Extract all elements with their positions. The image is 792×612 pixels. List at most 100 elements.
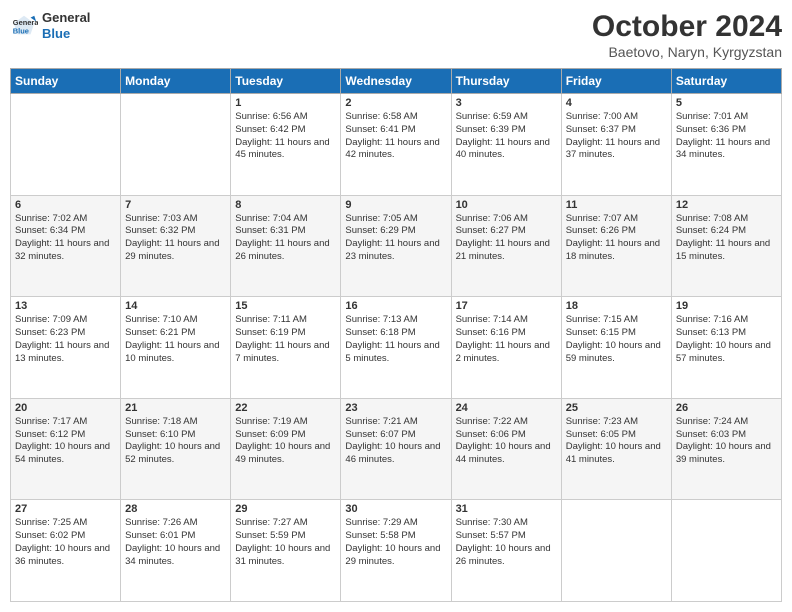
column-header-saturday: Saturday	[671, 69, 781, 94]
calendar-cell	[671, 500, 781, 602]
cell-content: Sunrise: 7:07 AMSunset: 6:26 PMDaylight:…	[566, 213, 667, 264]
calendar-cell: 9Sunrise: 7:05 AMSunset: 6:29 PMDaylight…	[341, 195, 451, 297]
sunrise-text: Sunrise: 6:59 AM	[456, 111, 528, 122]
day-number: 15	[235, 300, 336, 312]
cell-content: Sunrise: 7:04 AMSunset: 6:31 PMDaylight:…	[235, 213, 336, 264]
sunset-text: Sunset: 6:07 PM	[345, 429, 415, 440]
column-header-monday: Monday	[121, 69, 231, 94]
daylight-text: Daylight: 10 hours and 54 minutes.	[15, 441, 110, 465]
calendar-cell: 1 Sunrise: 6:56 AMSunset: 6:42 PMDaylight…	[231, 94, 341, 196]
logo-text-line2: Blue	[42, 26, 90, 42]
cell-content: Sunrise: 7:23 AMSunset: 6:05 PMDaylight:…	[566, 416, 667, 467]
sunset-text: Sunset: 6:39 PM	[456, 124, 526, 135]
calendar-cell: 29Sunrise: 7:27 AMSunset: 5:59 PMDayligh…	[231, 500, 341, 602]
day-number: 3	[456, 97, 557, 109]
daylight-text: Daylight: 11 hours and 5 minutes.	[345, 340, 439, 364]
subtitle: Baetovo, Naryn, Kyrgyzstan	[592, 44, 782, 60]
daylight-text: Daylight: 11 hours and 2 minutes.	[456, 340, 550, 364]
column-header-wednesday: Wednesday	[341, 69, 451, 94]
sunrise-text: Sunrise: 7:22 AM	[456, 416, 528, 427]
daylight-text: Daylight: 11 hours and 18 minutes.	[566, 238, 660, 262]
daylight-text: Daylight: 11 hours and 21 minutes.	[456, 238, 550, 262]
title-block: October 2024 Baetovo, Naryn, Kyrgyzstan	[592, 10, 782, 60]
sunset-text: Sunset: 6:21 PM	[125, 327, 195, 338]
daylight-text: Daylight: 11 hours and 37 minutes.	[566, 137, 660, 161]
sunset-text: Sunset: 6:06 PM	[456, 429, 526, 440]
daylight-text: Daylight: 10 hours and 52 minutes.	[125, 441, 220, 465]
daylight-text: Daylight: 11 hours and 23 minutes.	[345, 238, 439, 262]
cell-content: Sunrise: 7:09 AMSunset: 6:23 PMDaylight:…	[15, 314, 116, 365]
calendar-cell: 21Sunrise: 7:18 AMSunset: 6:10 PMDayligh…	[121, 398, 231, 500]
week-row-2: 6 Sunrise: 7:02 AMSunset: 6:34 PM Daylight…	[11, 195, 782, 297]
sunrise-text: Sunrise: 7:05 AM	[345, 213, 417, 224]
cell-content: Sunrise: 7:25 AMSunset: 6:02 PMDaylight:…	[15, 517, 116, 568]
calendar-cell: 30Sunrise: 7:29 AMSunset: 5:58 PMDayligh…	[341, 500, 451, 602]
calendar-cell: 24Sunrise: 7:22 AMSunset: 6:06 PMDayligh…	[451, 398, 561, 500]
sunrise-text: Sunrise: 7:27 AM	[235, 517, 307, 528]
sunset-text: Sunset: 6:19 PM	[235, 327, 305, 338]
main-title: October 2024	[592, 10, 782, 44]
sunrise-text: Sunrise: 7:26 AM	[125, 517, 197, 528]
day-number: 31	[456, 503, 557, 515]
daylight-text: Daylight: 11 hours and 15 minutes.	[676, 238, 770, 262]
sunset-text: Sunset: 6:18 PM	[345, 327, 415, 338]
day-number: 24	[456, 402, 557, 414]
sunrise-text: Sunrise: 7:23 AM	[566, 416, 638, 427]
daylight-text: Daylight: 10 hours and 39 minutes.	[676, 441, 771, 465]
cell-content: Sunrise: 7:01 AMSunset: 6:36 PMDaylight:…	[676, 111, 777, 162]
calendar-cell: 15Sunrise: 7:11 AMSunset: 6:19 PMDayligh…	[231, 297, 341, 399]
logo: General Blue General Blue	[10, 10, 90, 41]
sunset-text: Sunset: 6:41 PM	[345, 124, 415, 135]
calendar-cell: 28Sunrise: 7:26 AMSunset: 6:01 PMDayligh…	[121, 500, 231, 602]
sunrise-text: Sunrise: 7:04 AM	[235, 213, 307, 224]
calendar-cell: 5Sunrise: 7:01 AMSunset: 6:36 PMDaylight…	[671, 94, 781, 196]
sunset-text: Sunset: 5:57 PM	[456, 530, 526, 541]
calendar-cell	[11, 94, 121, 196]
day-number: 20	[15, 402, 116, 414]
calendar-cell	[561, 500, 671, 602]
day-number: 21	[125, 402, 226, 414]
sunrise-text: Sunrise: 7:15 AM	[566, 314, 638, 325]
day-number: 27	[15, 503, 116, 515]
sunrise-text: Sunrise: 7:09 AM	[15, 314, 87, 325]
sunset-text: Sunset: 6:03 PM	[676, 429, 746, 440]
sunset-text: Sunset: 6:34 PM	[15, 225, 85, 236]
sunset-text: Sunset: 6:12 PM	[15, 429, 85, 440]
column-header-tuesday: Tuesday	[231, 69, 341, 94]
daylight-text: Daylight: 10 hours and 29 minutes.	[345, 543, 440, 567]
daylight-text: Daylight: 10 hours and 31 minutes.	[235, 543, 330, 567]
sunset-text: Sunset: 6:10 PM	[125, 429, 195, 440]
column-header-friday: Friday	[561, 69, 671, 94]
day-number: 22	[235, 402, 336, 414]
cell-content: Sunrise: 7:13 AM Sunset: 6:18 PM Daylight:…	[345, 314, 446, 365]
cell-content: Sunrise: 7:05 AMSunset: 6:29 PMDaylight:…	[345, 213, 446, 264]
calendar-cell: 23Sunrise: 7:21 AMSunset: 6:07 PMDayligh…	[341, 398, 451, 500]
day-number: 7	[125, 199, 226, 211]
sunrise-text: Sunrise: 7:14 AM	[456, 314, 528, 325]
sunrise-text: Sunrise: 7:13 AM	[345, 314, 417, 325]
sunrise-text: Sunrise: 7:24 AM	[676, 416, 748, 427]
sunrise-text: Sunrise: 7:16 AM	[676, 314, 748, 325]
daylight-text: Daylight: 10 hours and 26 minutes.	[456, 543, 551, 567]
calendar-cell: 11Sunrise: 7:07 AMSunset: 6:26 PMDayligh…	[561, 195, 671, 297]
sunrise-text: Sunrise: 7:02 AM	[15, 213, 87, 224]
sunset-text: Sunset: 6:42 PM	[235, 124, 305, 135]
day-number: 6	[15, 199, 116, 211]
day-number: 30	[345, 503, 446, 515]
cell-content: Sunrise: 7:22 AMSunset: 6:06 PMDaylight:…	[456, 416, 557, 467]
sunrise-text: Sunrise: 7:29 AM	[345, 517, 417, 528]
week-row-1: 1 Sunrise: 6:56 AMSunset: 6:42 PMDaylight…	[11, 94, 782, 196]
calendar-cell: 3Sunrise: 6:59 AMSunset: 6:39 PMDaylight…	[451, 94, 561, 196]
sunrise-text: Sunrise: 7:08 AM	[676, 213, 748, 224]
calendar-cell: 6 Sunrise: 7:02 AMSunset: 6:34 PM Daylight…	[11, 195, 121, 297]
cell-content: Sunrise: 6:56 AMSunset: 6:42 PMDaylight:…	[235, 111, 336, 162]
week-row-5: 27 Sunrise: 7:25 AMSunset: 6:02 PMDayligh…	[11, 500, 782, 602]
sunset-text: Sunset: 6:15 PM	[566, 327, 636, 338]
daylight-text: Daylight: 11 hours and 32 minutes.	[15, 238, 109, 262]
sunset-text: Sunset: 6:02 PM	[15, 530, 85, 541]
cell-content: Sunrise: 7:21 AMSunset: 6:07 PMDaylight:…	[345, 416, 446, 467]
day-number: 1	[235, 97, 336, 109]
column-header-sunday: Sunday	[11, 69, 121, 94]
daylight-text: Daylight: 11 hours and 42 minutes.	[345, 137, 439, 161]
cell-content: Sunrise: 7:19 AMSunset: 6:09 PMDaylight:…	[235, 416, 336, 467]
